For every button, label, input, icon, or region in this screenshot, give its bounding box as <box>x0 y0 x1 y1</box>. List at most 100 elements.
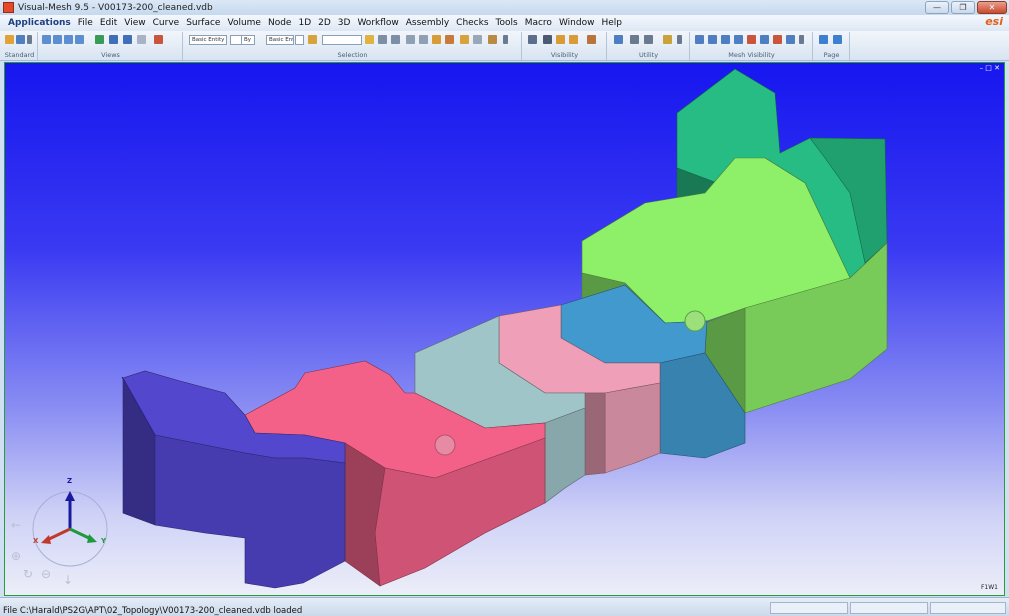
view-side-icon[interactable] <box>64 35 73 44</box>
entity-type-combo[interactable]: Basic Entity <box>189 35 227 45</box>
group-mesh-visibility: Mesh Visibility <box>691 32 813 60</box>
selection-input[interactable] <box>322 35 362 45</box>
axis-icon[interactable] <box>95 35 104 44</box>
dropdown-arrow-icon[interactable] <box>27 35 32 44</box>
mesh-free-edges-icon[interactable] <box>747 35 756 44</box>
maximize-button[interactable]: ❐ <box>951 1 975 14</box>
menu-curve[interactable]: Curve <box>153 18 180 28</box>
status-panel-2 <box>850 602 928 614</box>
deselect-icon[interactable] <box>473 35 482 44</box>
part-face <box>544 407 586 504</box>
rotate-icon[interactable] <box>109 35 118 44</box>
frame-label: F1W1 <box>980 584 998 591</box>
menu-3d[interactable]: 3D <box>338 18 351 28</box>
group-select-icon[interactable] <box>460 35 469 44</box>
menu-view[interactable]: View <box>124 18 145 28</box>
mesh-dropdown-icon[interactable] <box>799 35 804 44</box>
nav-rotate-icon[interactable]: ↻ <box>23 567 33 581</box>
3d-viewport[interactable]: Z X Y ← ⊕ ↻ ⊖ ↓ – □ ✕ F1W1 <box>4 62 1005 596</box>
visual-mesh-window: Visual-Mesh 9.5 - V00173-200_cleaned.vdb… <box>0 0 1009 616</box>
nav-zoom-icon[interactable]: ⊕ <box>11 549 21 563</box>
propagate-icon[interactable] <box>445 35 454 44</box>
status-panel-3 <box>930 602 1006 614</box>
page-up-icon[interactable] <box>819 35 828 44</box>
lasso-icon[interactable] <box>406 35 415 44</box>
mesh-3d-icon[interactable] <box>721 35 730 44</box>
by-combo[interactable]: By <box>241 35 255 45</box>
menu-workflow[interactable]: Workflow <box>357 18 398 28</box>
entity-combo-2-dropdown[interactable] <box>295 35 304 45</box>
menu-2d[interactable]: 2D <box>318 18 331 28</box>
title-bar: Visual-Mesh 9.5 - V00173-200_cleaned.vdb… <box>0 0 1009 15</box>
select-all-icon[interactable] <box>365 35 374 44</box>
nav-left-arrow-icon[interactable]: ← <box>11 518 21 532</box>
nav-minus-icon[interactable]: ⊖ <box>41 567 51 581</box>
grid-icon[interactable] <box>644 35 653 44</box>
mesh-model[interactable] <box>5 63 1005 596</box>
viewport-window-controls[interactable]: – □ ✕ <box>980 64 1000 72</box>
show-icon[interactable] <box>556 35 565 44</box>
open-icon[interactable] <box>5 35 14 44</box>
view-front-icon[interactable] <box>42 35 51 44</box>
menu-tools[interactable]: Tools <box>496 18 518 28</box>
save-icon[interactable] <box>16 35 25 44</box>
pan-icon[interactable] <box>123 35 132 44</box>
mesh-1d-icon[interactable] <box>695 35 704 44</box>
mesh-surface-icon[interactable] <box>786 35 795 44</box>
menu-macro[interactable]: Macro <box>525 18 552 28</box>
menu-checks[interactable]: Checks <box>456 18 488 28</box>
page-down-icon[interactable] <box>833 35 842 44</box>
menu-file[interactable]: File <box>78 18 93 28</box>
utility-tool-icon[interactable] <box>663 35 672 44</box>
menu-window[interactable]: Window <box>559 18 595 28</box>
z-axis-label: Z <box>67 477 73 485</box>
view-iso-icon[interactable] <box>75 35 84 44</box>
part-face <box>584 392 606 476</box>
mesh-quality-icon[interactable] <box>773 35 782 44</box>
close-button[interactable]: ✕ <box>977 1 1007 14</box>
highlight-icon[interactable] <box>432 35 441 44</box>
menu-assembly[interactable]: Assembly <box>406 18 449 28</box>
status-bar: File C:\Harald\PS2G\APT\02_Topology\V001… <box>0 597 1009 616</box>
pick-icon[interactable] <box>419 35 428 44</box>
reverse-visibility-icon[interactable] <box>587 35 596 44</box>
mesh-2d-icon[interactable] <box>708 35 717 44</box>
group-standard: Standard <box>2 32 38 60</box>
menu-node[interactable]: Node <box>268 18 292 28</box>
entity-combo-2[interactable]: Basic Ent <box>266 35 294 45</box>
selection-dropdown-icon[interactable] <box>503 35 508 44</box>
fit-view-icon[interactable] <box>154 35 163 44</box>
display-mode-icon[interactable] <box>528 35 537 44</box>
utility-dropdown-icon[interactable] <box>677 35 682 44</box>
group-label-standard: Standard <box>4 51 35 59</box>
measure-icon[interactable] <box>614 35 623 44</box>
menu-help[interactable]: Help <box>601 18 622 28</box>
select-box-icon[interactable] <box>378 35 387 44</box>
menu-1d[interactable]: 1D <box>298 18 311 28</box>
minimize-button[interactable]: — <box>925 1 949 14</box>
menu-surface[interactable]: Surface <box>186 18 220 28</box>
filter-icon[interactable] <box>308 35 317 44</box>
zoom-box-icon[interactable] <box>137 35 146 44</box>
mesh-shrink-icon[interactable] <box>760 35 769 44</box>
eye-icon[interactable] <box>543 35 552 44</box>
y-axis-label: Y <box>101 537 107 545</box>
select-options-icon[interactable] <box>488 35 497 44</box>
part-face <box>604 382 661 474</box>
view-top-icon[interactable] <box>53 35 62 44</box>
select-poly-icon[interactable] <box>391 35 400 44</box>
menu-edit[interactable]: Edit <box>100 18 117 28</box>
esi-logo: esi <box>985 15 1003 28</box>
menu-bar: Applications File Edit View Curve Surfac… <box>0 15 1009 31</box>
mesh-nodes-icon[interactable] <box>734 35 743 44</box>
orientation-triad[interactable] <box>32 491 108 567</box>
hide-icon[interactable] <box>569 35 578 44</box>
menu-volume[interactable]: Volume <box>227 18 260 28</box>
menu-applications[interactable]: Applications <box>8 18 71 28</box>
nav-down-arrow-icon[interactable]: ↓ <box>63 573 73 587</box>
group-selection: Basic Entity By Basic Ent Selection <box>184 32 522 60</box>
group-label-utility: Utility <box>638 51 659 59</box>
x-axis-label: X <box>33 537 39 545</box>
info-icon[interactable] <box>630 35 639 44</box>
window-controls: — ❐ ✕ <box>925 1 1007 14</box>
